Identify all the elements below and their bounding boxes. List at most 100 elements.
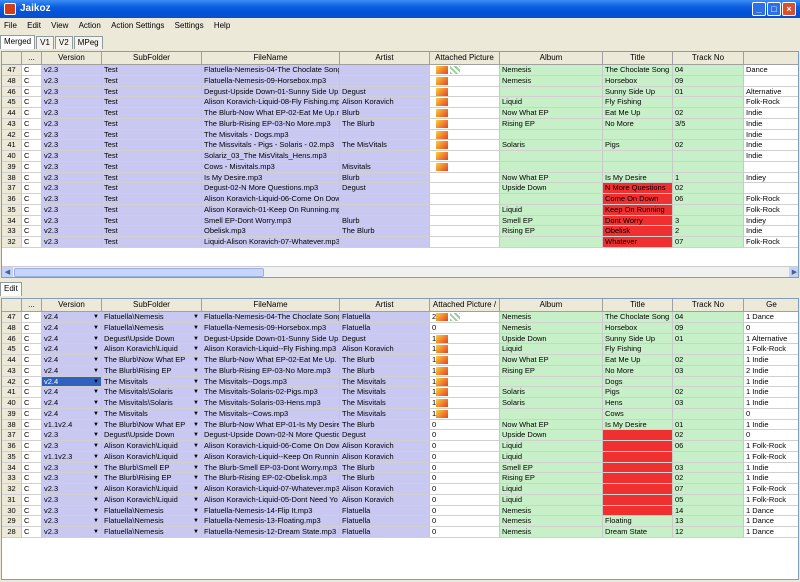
artist-cell[interactable] [340, 194, 430, 205]
status-cell[interactable]: C [22, 215, 42, 227]
title-cell[interactable]: Is My Desire [603, 172, 673, 184]
scroll-thumb[interactable] [14, 268, 264, 277]
album-cell[interactable]: Liquid [500, 344, 603, 355]
track-no-cell[interactable]: 14 [673, 505, 744, 517]
genre-cell[interactable]: 1 Folk-Rock [744, 441, 798, 452]
title-cell[interactable]: Fly Fishing [603, 344, 673, 355]
chevron-down-icon[interactable]: ▼ [192, 517, 200, 525]
track-no-cell[interactable]: 06 [673, 441, 744, 452]
artist-cell[interactable]: The Blurb [340, 226, 430, 237]
subfolder-cell[interactable]: Flatuella\Nemesis ▼ [102, 516, 202, 527]
table-row[interactable]: 48 Cv2.3 Test Flatuella-Nemesis-09-Horsebox… [2, 75, 798, 87]
attached-picture-cell[interactable]: 1 [430, 344, 500, 355]
status-cell[interactable]: C [22, 355, 42, 366]
album-cell[interactable] [500, 237, 603, 248]
track-no-cell[interactable]: 06 [673, 194, 744, 205]
album-cell[interactable]: Upside Down [500, 333, 603, 345]
column-header-title[interactable]: Title [603, 52, 673, 65]
filename-cell[interactable]: The Blurb-Now What EP-02-Eat Me Up.m [202, 108, 340, 119]
artist-cell[interactable]: Alison Koravich [340, 484, 430, 495]
version-cell[interactable]: v2.4 ▼ [42, 312, 102, 323]
status-cell[interactable]: C [22, 97, 42, 108]
chevron-down-icon[interactable]: ▼ [92, 431, 100, 439]
track-no-cell[interactable]: 02 [673, 108, 744, 119]
status-cell[interactable]: C [22, 118, 42, 130]
version-cell[interactable]: v2.3 ▼ [42, 527, 102, 538]
status-cell[interactable]: C [22, 451, 42, 463]
title-cell[interactable]: Cows [603, 408, 673, 420]
table-row[interactable]: 32 Cv2.3 ▼ Alison Koravich\Liquid ▼ Alison Ko… [2, 484, 798, 495]
genre-cell[interactable]: 1 Dance [744, 506, 798, 517]
table-row[interactable]: 34 Cv2.3 ▼ The Blurb\Smell EP ▼ The Blurb-Sme… [2, 462, 798, 474]
version-cell[interactable]: v2.3 [42, 129, 102, 141]
filename-cell[interactable]: The Misvitals--Cows.mp3 [202, 408, 340, 420]
attached-picture-cell[interactable]: 0 [430, 516, 500, 527]
menu-action-settings[interactable]: Action Settings [107, 18, 168, 33]
genre-cell[interactable] [744, 183, 798, 194]
title-cell[interactable] [603, 473, 673, 484]
chevron-down-icon[interactable]: ▼ [92, 335, 100, 343]
status-cell[interactable]: C [22, 398, 42, 409]
title-cell[interactable] [603, 129, 673, 141]
subfolder-cell[interactable]: Test [102, 65, 202, 76]
version-cell[interactable]: v2.3 [42, 215, 102, 227]
chevron-down-icon[interactable]: ▼ [192, 388, 200, 396]
subfolder-cell[interactable]: Test [102, 226, 202, 237]
attached-picture-cell[interactable]: 0 [430, 473, 500, 484]
title-cell[interactable]: Eat Me Up [603, 108, 673, 119]
status-cell[interactable]: C [22, 419, 42, 431]
track-no-cell[interactable] [673, 151, 744, 162]
filename-cell[interactable]: Degust-Upside Down-02-N More Question [202, 430, 340, 441]
table-row[interactable]: 47 Cv2.3 Test Flatuella-Nemesis-04-The Choc… [2, 65, 798, 76]
chevron-down-icon[interactable]: ▼ [92, 388, 100, 396]
track-no-cell[interactable]: 02 [673, 140, 744, 151]
album-cell[interactable]: Liquid [500, 484, 603, 495]
album-cell[interactable]: Upside Down [500, 183, 603, 194]
status-cell[interactable]: C [22, 129, 42, 141]
artist-cell[interactable]: The Misvitals [340, 398, 430, 409]
title-cell[interactable]: Eat Me Up [603, 355, 673, 366]
title-cell[interactable]: Horsebox [603, 75, 673, 87]
attached-picture-cell[interactable]: 0 [430, 494, 500, 506]
subfolder-cell[interactable]: The Blurb\Smell EP ▼ [102, 462, 202, 474]
filename-cell[interactable]: The Blurb-Rising EP-03-No More.mp3 [202, 118, 340, 130]
status-cell[interactable]: C [22, 204, 42, 216]
column-header-attached-picture[interactable]: Attached Picture / [430, 299, 500, 312]
chevron-down-icon[interactable]: ▼ [192, 367, 200, 375]
version-cell[interactable]: v2.4 ▼ [42, 365, 102, 377]
filename-cell[interactable]: Flatuella-Nemesis-09-Horsebox.mp3 [202, 75, 340, 87]
title-cell[interactable] [603, 505, 673, 517]
album-cell[interactable]: Liquid [500, 97, 603, 108]
attached-picture-cell[interactable]: 0 [430, 322, 500, 334]
subfolder-cell[interactable]: The Blurb\Rising EP ▼ [102, 473, 202, 484]
artist-cell[interactable]: The Blurb [340, 462, 430, 474]
status-cell[interactable]: C [22, 365, 42, 377]
title-cell[interactable] [603, 151, 673, 162]
version-cell[interactable]: v2.3 [42, 108, 102, 119]
status-cell[interactable]: C [22, 430, 42, 441]
status-cell[interactable]: C [22, 408, 42, 420]
subfolder-cell[interactable]: Test [102, 204, 202, 216]
subfolder-cell[interactable]: The Blurb\Now What EP ▼ [102, 355, 202, 366]
artist-cell[interactable] [340, 237, 430, 248]
album-cell[interactable]: Nemesis [500, 516, 603, 527]
filename-cell[interactable]: Flatuella-Nemesis-13-Floating.mp3 [202, 516, 340, 527]
status-cell[interactable]: C [22, 505, 42, 517]
title-cell[interactable]: N More Questions [603, 183, 673, 194]
filename-cell[interactable]: The Misvitals - Dogs.mp3 [202, 129, 340, 141]
version-cell[interactable]: v2.3 ▼ [42, 462, 102, 474]
table-row[interactable]: 38 Cv1.1v2.4 ▼ The Blurb\Now What EP ▼ The Bl… [2, 419, 798, 431]
version-cell[interactable]: v2.3 [42, 172, 102, 184]
status-cell[interactable]: C [22, 151, 42, 162]
version-cell[interactable]: v2.3 [42, 75, 102, 87]
subfolder-cell[interactable]: Alison Koravich\Liquid ▼ [102, 484, 202, 495]
filename-cell[interactable]: Alison Koravich-Liquid--Keep On Running [202, 451, 340, 463]
filename-cell[interactable]: The Missvitals - Pigs - Solaris - 02.mp3 [202, 140, 340, 151]
title-cell[interactable]: Hens [603, 398, 673, 409]
genre-cell[interactable]: 1 Indie [744, 355, 798, 366]
subfolder-cell[interactable]: Test [102, 97, 202, 108]
status-cell[interactable]: C [22, 494, 42, 506]
column-header-subfolder[interactable]: SubFolder [102, 52, 202, 65]
table-row[interactable]: 40 Cv2.4 ▼ The Misvitals\Solaris ▼ The Misvit… [2, 398, 798, 409]
album-cell[interactable]: Rising EP [500, 365, 603, 377]
